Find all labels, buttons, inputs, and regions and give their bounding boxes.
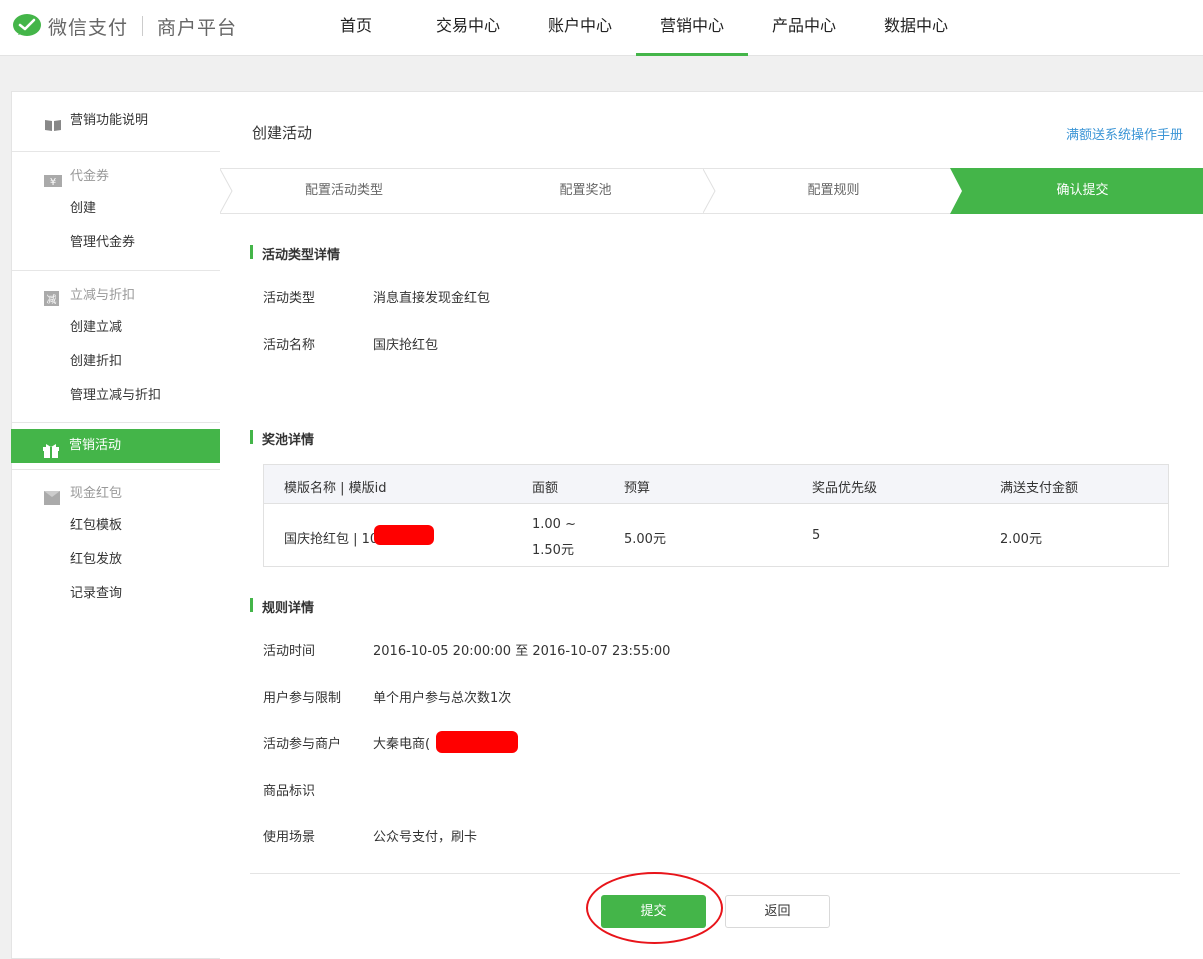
sidebar-group-discount: 减 立减与折扣 创建立减 创建折扣 管理立减与折扣	[12, 271, 220, 423]
col-threshold: 满送支付金额	[1000, 481, 1079, 496]
rule-merchant-value: 大秦电商(	[373, 737, 431, 752]
pool-table-header: 模版名称 | 模版id 面额 预算 奖品优先级 满送支付金额	[264, 465, 1168, 504]
sidebar-item-create-voucher[interactable]: 创建	[12, 192, 220, 226]
col-amount: 面额	[532, 481, 559, 496]
activity-name-label: 活动名称	[263, 338, 316, 353]
sidebar-group-activity: 营销活动	[11, 423, 221, 470]
highlight-circle	[586, 872, 723, 944]
row-amount-line1: 1.00 ~	[532, 517, 576, 532]
yen-icon: ¥	[44, 170, 62, 188]
row-threshold: 2.00元	[1000, 532, 1042, 547]
wechat-pay-logo-icon	[12, 13, 44, 39]
step-indicator: 配置活动类型 配置奖池 配置规则 确认提交	[220, 168, 1203, 214]
sidebar-item-redpack-records[interactable]: 记录查询	[12, 577, 220, 611]
topnav-data[interactable]: 数据中心	[860, 0, 972, 56]
gift-icon	[43, 438, 59, 458]
section-title-rules: 规则详情	[250, 597, 314, 616]
sidebar-group-redpack: 现金红包 红包模板 红包发放 记录查询	[12, 470, 220, 620]
sidebar-head-redpack[interactable]: 现金红包	[12, 479, 220, 509]
rule-time-value: 2016-10-05 20:00:00 至 2016-10-07 23:55:0…	[373, 644, 671, 659]
svg-text:减: 减	[47, 294, 57, 306]
brand[interactable]: 微信支付 商户平台	[12, 12, 237, 40]
pool-table: 模版名称 | 模版id 面额 预算 奖品优先级 满送支付金额 国庆抢红包 | 1…	[263, 464, 1169, 567]
brand-name: 微信支付	[48, 16, 129, 39]
topnav-account[interactable]: 账户中心	[524, 0, 636, 56]
rule-merchant-label: 活动参与商户	[263, 737, 342, 752]
step-3: 配置规则	[807, 183, 860, 198]
topnav-marketing[interactable]: 营销中心	[636, 0, 748, 56]
topnav-trade[interactable]: 交易中心	[412, 0, 524, 56]
brand-subtitle: 商户平台	[157, 16, 238, 39]
sidebar-group-intro: 营销功能说明	[12, 92, 220, 152]
main-panel: 创建活动 满额送系统操作手册 配置活动类型 配置奖池 配置规则 确认提交 活动类…	[220, 91, 1203, 959]
col-template: 模版名称 | 模版id	[284, 481, 387, 496]
col-priority: 奖品优先级	[812, 481, 878, 496]
redaction-mark	[436, 731, 518, 753]
rule-scene-label: 使用场景	[263, 830, 316, 845]
activity-type-value: 消息直接发现金红包	[373, 291, 491, 306]
rule-limit-label: 用户参与限制	[263, 691, 342, 706]
sidebar-item-manage-discount[interactable]: 管理立减与折扣	[12, 379, 220, 413]
envelope-icon	[44, 487, 60, 505]
sidebar-item-create-reduction[interactable]: 创建立减	[12, 311, 220, 345]
row-amount-line2: 1.50元	[532, 543, 574, 558]
activity-name-value: 国庆抢红包	[373, 338, 439, 353]
col-budget: 预算	[624, 481, 651, 496]
step-2: 配置奖池	[559, 183, 612, 198]
section-title-activity: 活动类型详情	[250, 244, 340, 263]
redaction-mark	[374, 525, 434, 545]
row-template: 国庆抢红包 | 10	[284, 532, 379, 547]
top-header: 微信支付 商户平台 首页 交易中心 账户中心 营销中心 产品中心 数据中心	[0, 0, 1203, 56]
sidebar-head-voucher[interactable]: ¥ 代金券	[12, 162, 220, 192]
activity-type-label: 活动类型	[263, 291, 316, 306]
sidebar-item-activity[interactable]: 营销活动	[11, 429, 221, 463]
sidebar-item-intro[interactable]: 营销功能说明	[12, 106, 220, 136]
step-separator	[220, 169, 233, 213]
rule-limit-value: 单个用户参与总次数1次	[373, 691, 512, 706]
sidebar: 营销功能说明 ¥ 代金券 创建 管理代金券 减 立减与折扣 创建立减 创建折扣 …	[11, 91, 221, 959]
topnav-product[interactable]: 产品中心	[748, 0, 860, 56]
row-priority: 5	[812, 528, 821, 543]
page-title: 创建活动	[252, 124, 313, 142]
book-icon	[44, 114, 61, 131]
sidebar-item-redpack-template[interactable]: 红包模板	[12, 509, 220, 543]
topnav-home[interactable]: 首页	[300, 0, 412, 56]
sidebar-group-voucher: ¥ 代金券 创建 管理代金券	[12, 152, 220, 271]
rule-scene-value: 公众号支付，刷卡	[373, 830, 478, 845]
row-budget: 5.00元	[624, 532, 666, 547]
step-separator	[703, 169, 716, 213]
footer-divider	[250, 873, 1180, 874]
discount-icon: 减	[44, 289, 60, 306]
rule-time-label: 活动时间	[263, 644, 316, 659]
brand-divider	[142, 16, 144, 36]
sidebar-item-manage-voucher[interactable]: 管理代金券	[12, 226, 220, 260]
step-1: 配置活动类型	[304, 183, 383, 198]
step-4: 确认提交	[1056, 183, 1109, 198]
sidebar-head-discount[interactable]: 减 立减与折扣	[12, 281, 220, 311]
top-nav: 首页 交易中心 账户中心 营销中心 产品中心 数据中心	[300, 0, 972, 56]
svg-text:¥: ¥	[50, 177, 56, 188]
back-button[interactable]: 返回	[725, 895, 830, 928]
rule-goods-label: 商品标识	[263, 784, 316, 799]
manual-link[interactable]: 满额送系统操作手册	[1066, 124, 1183, 143]
sidebar-item-redpack-send[interactable]: 红包发放	[12, 543, 220, 577]
sidebar-item-create-discount[interactable]: 创建折扣	[12, 345, 220, 379]
section-title-pool: 奖池详情	[250, 429, 314, 448]
